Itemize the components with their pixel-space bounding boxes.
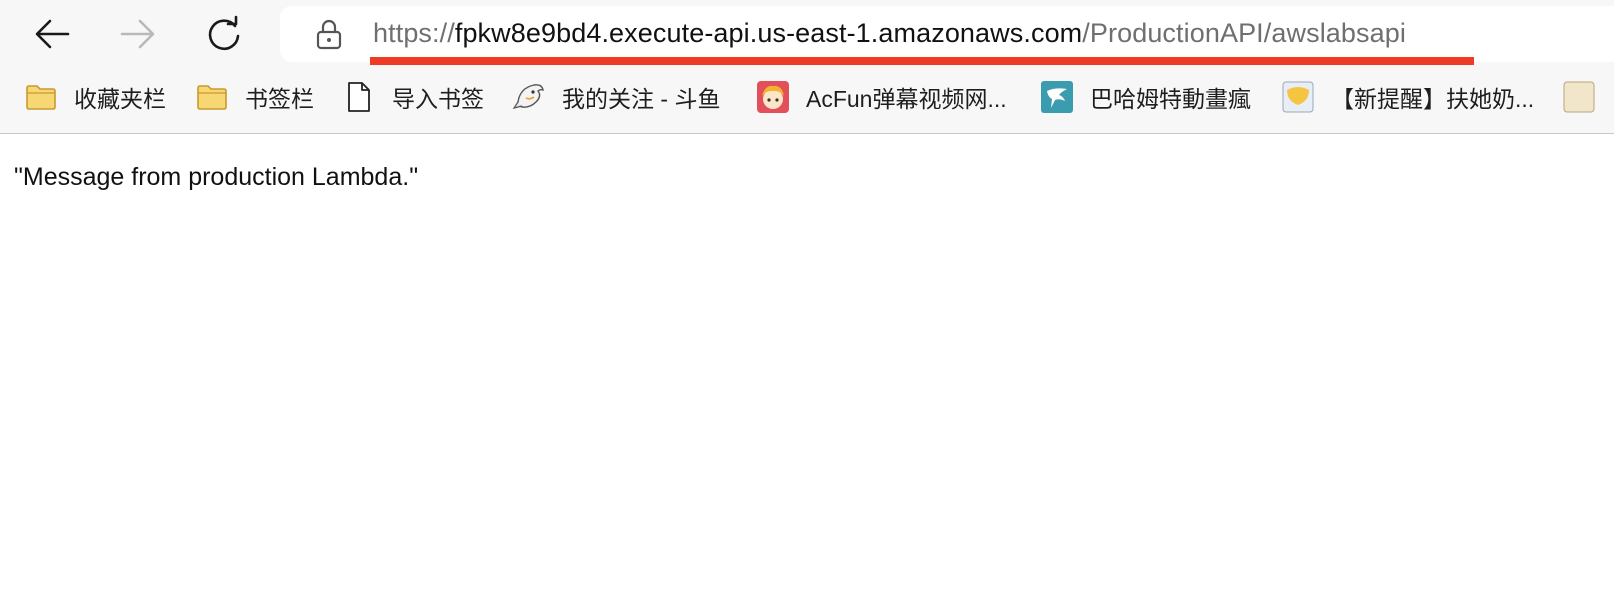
bookmark-bahamut[interactable]: 巴哈姆特動畫瘋	[1040, 72, 1251, 122]
bookmark-label: 巴哈姆特動畫瘋	[1090, 86, 1251, 112]
forward-button[interactable]	[114, 10, 162, 58]
lock-icon[interactable]	[314, 18, 344, 50]
bookmark-douyu[interactable]: 我的关注 - 斗鱼	[512, 72, 720, 122]
bookmarks-bar: 收藏夹栏 书签栏 导入书签 我的关注 - 斗鱼 AcFun弹幕视频网... 巴哈…	[0, 72, 1614, 122]
page-body-text: "Message from production Lambda."	[14, 163, 419, 191]
arrow-right-icon	[120, 19, 155, 49]
bookmark-label: 我的关注 - 斗鱼	[562, 86, 721, 112]
folder-icon	[195, 80, 229, 114]
bookmark-import[interactable]: 导入书签	[342, 72, 484, 122]
bookmark-new-reminder[interactable]: 【新提醒】扶她奶...	[1281, 72, 1534, 122]
douyu-fish-icon	[512, 80, 546, 114]
browser-toolbar: https://fpkw8e9bd4.execute-api.us-east-1…	[0, 0, 1614, 134]
bookmark-label: 【新提醒】扶她奶...	[1331, 86, 1535, 112]
page-icon	[342, 80, 376, 114]
url-path: /ProductionAPI/awslabsapi	[1082, 18, 1406, 48]
back-button[interactable]	[28, 10, 76, 58]
reload-button[interactable]	[200, 10, 248, 58]
bookmark-label: 书签栏	[245, 86, 314, 112]
url-host: fpkw8e9bd4.execute-api.us-east-1.amazona…	[454, 18, 1083, 48]
url-scheme: https://	[373, 18, 455, 48]
site-icon	[1281, 80, 1315, 114]
bahamut-icon	[1040, 80, 1074, 114]
bookmark-label: 导入书签	[392, 86, 484, 112]
reload-icon	[208, 15, 240, 51]
arrow-left-icon	[35, 19, 70, 49]
bookmark-acfun[interactable]: AcFun弹幕视频网...	[756, 72, 1007, 122]
bookmark-bookmarks-bar[interactable]: 书签栏	[195, 72, 314, 122]
site-icon	[1562, 80, 1596, 114]
bookmark-label: 收藏夹栏	[74, 86, 166, 112]
bookmark-overflow[interactable]	[1562, 72, 1614, 122]
url-text[interactable]: https://fpkw8e9bd4.execute-api.us-east-1…	[373, 16, 1406, 50]
folder-icon	[24, 80, 58, 114]
address-bar[interactable]: https://fpkw8e9bd4.execute-api.us-east-1…	[280, 6, 1614, 65]
acfun-icon	[756, 80, 790, 114]
bookmark-favorites-bar[interactable]: 收藏夹栏	[24, 72, 166, 122]
url-highlight-underline	[370, 57, 1474, 65]
bookmark-label: AcFun弹幕视频网...	[806, 86, 1007, 112]
